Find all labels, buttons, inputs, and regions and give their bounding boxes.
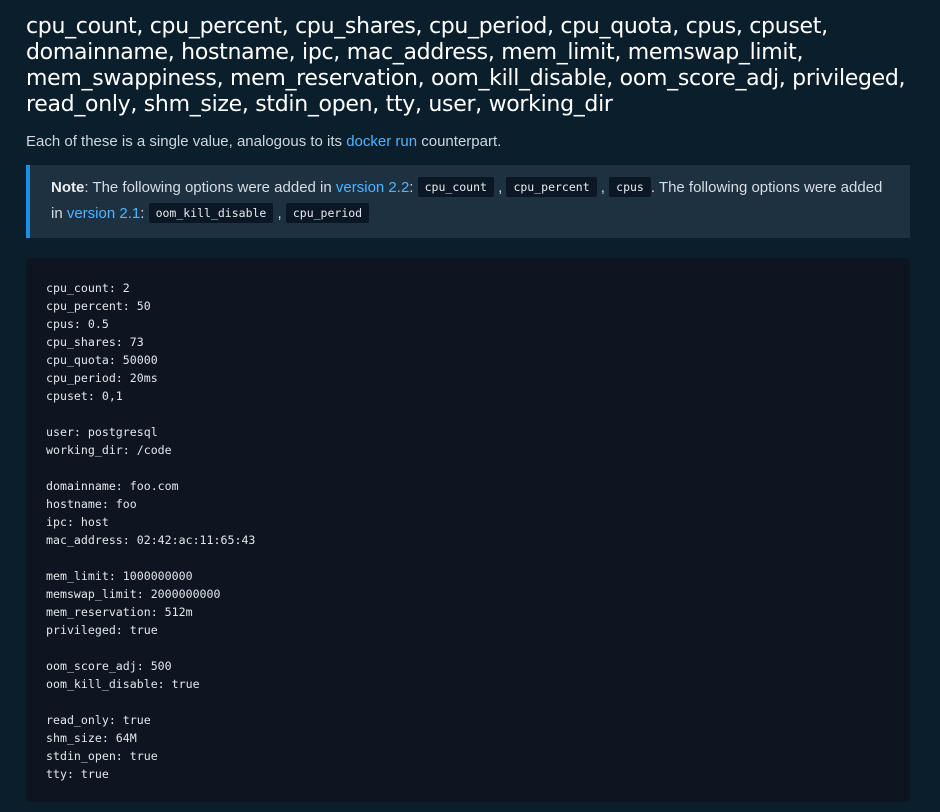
intro-text-after: counterpart. (417, 133, 502, 150)
code-line: oom_kill_disable: true (46, 677, 200, 691)
inline-code-cpus: cpus (609, 177, 651, 197)
code-line: ipc: host (46, 515, 109, 529)
note-colon-2: : (140, 205, 149, 222)
docker-run-link[interactable]: docker run (346, 133, 417, 150)
code-line: cpu_shares: 73 (46, 335, 144, 349)
code-line: tty: true (46, 767, 109, 781)
note-callout: Note: The following options were added i… (26, 165, 910, 238)
code-line: memswap_limit: 2000000000 (46, 587, 221, 601)
inline-code-cpu-period: cpu_period (285, 203, 370, 223)
code-line: stdin_open: true (46, 749, 158, 763)
docs-page: cpu_count, cpu_percent, cpu_shares, cpu_… (0, 0, 940, 812)
code-line: oom_score_adj: 500 (46, 659, 172, 673)
code-line: cpus: 0.5 (46, 317, 109, 331)
inline-code-cpu-percent: cpu_percent (506, 177, 597, 197)
code-line: user: postgresql (46, 425, 158, 439)
code-line: working_dir: /code (46, 443, 172, 457)
note-label: Note (51, 179, 85, 196)
code-line: hostname: foo (46, 497, 137, 511)
code-line: cpu_quota: 50000 (46, 353, 158, 367)
intro-text-before: Each of these is a single value, analogo… (26, 133, 347, 150)
note-separator: , (596, 179, 610, 196)
code-line: cpuset: 0,1 (46, 389, 123, 403)
version-2-2-link[interactable]: version 2.2 (336, 179, 409, 196)
code-line: cpu_count: 2 (46, 281, 130, 295)
code-line: mem_reservation: 512m (46, 605, 193, 619)
code-line: shm_size: 64M (46, 731, 137, 745)
code-line: mem_limit: 1000000000 (46, 569, 193, 583)
inline-code-cpu-count: cpu_count (417, 177, 494, 197)
code-line: cpu_percent: 50 (46, 299, 151, 313)
section-heading: cpu_count, cpu_percent, cpu_shares, cpu_… (26, 14, 906, 117)
version-2-1-link[interactable]: version 2.1 (67, 205, 140, 222)
code-block[interactable]: cpu_count: 2 cpu_percent: 50 cpus: 0.5 c… (26, 258, 910, 802)
code-line: domainname: foo.com (46, 479, 179, 493)
note-text-1: : The following options were added in (84, 179, 336, 196)
note-separator: , (493, 179, 507, 196)
intro-paragraph: Each of these is a single value, analogo… (26, 131, 910, 153)
code-line: mac_address: 02:42:ac:11:65:43 (46, 533, 256, 547)
code-line: read_only: true (46, 713, 151, 727)
code-line: cpu_period: 20ms (46, 371, 158, 385)
note-separator: , (273, 205, 286, 222)
code-line: privileged: true (46, 623, 158, 637)
inline-code-oom-kill-disable: oom_kill_disable (148, 203, 274, 223)
note-colon-1: : (409, 179, 418, 196)
